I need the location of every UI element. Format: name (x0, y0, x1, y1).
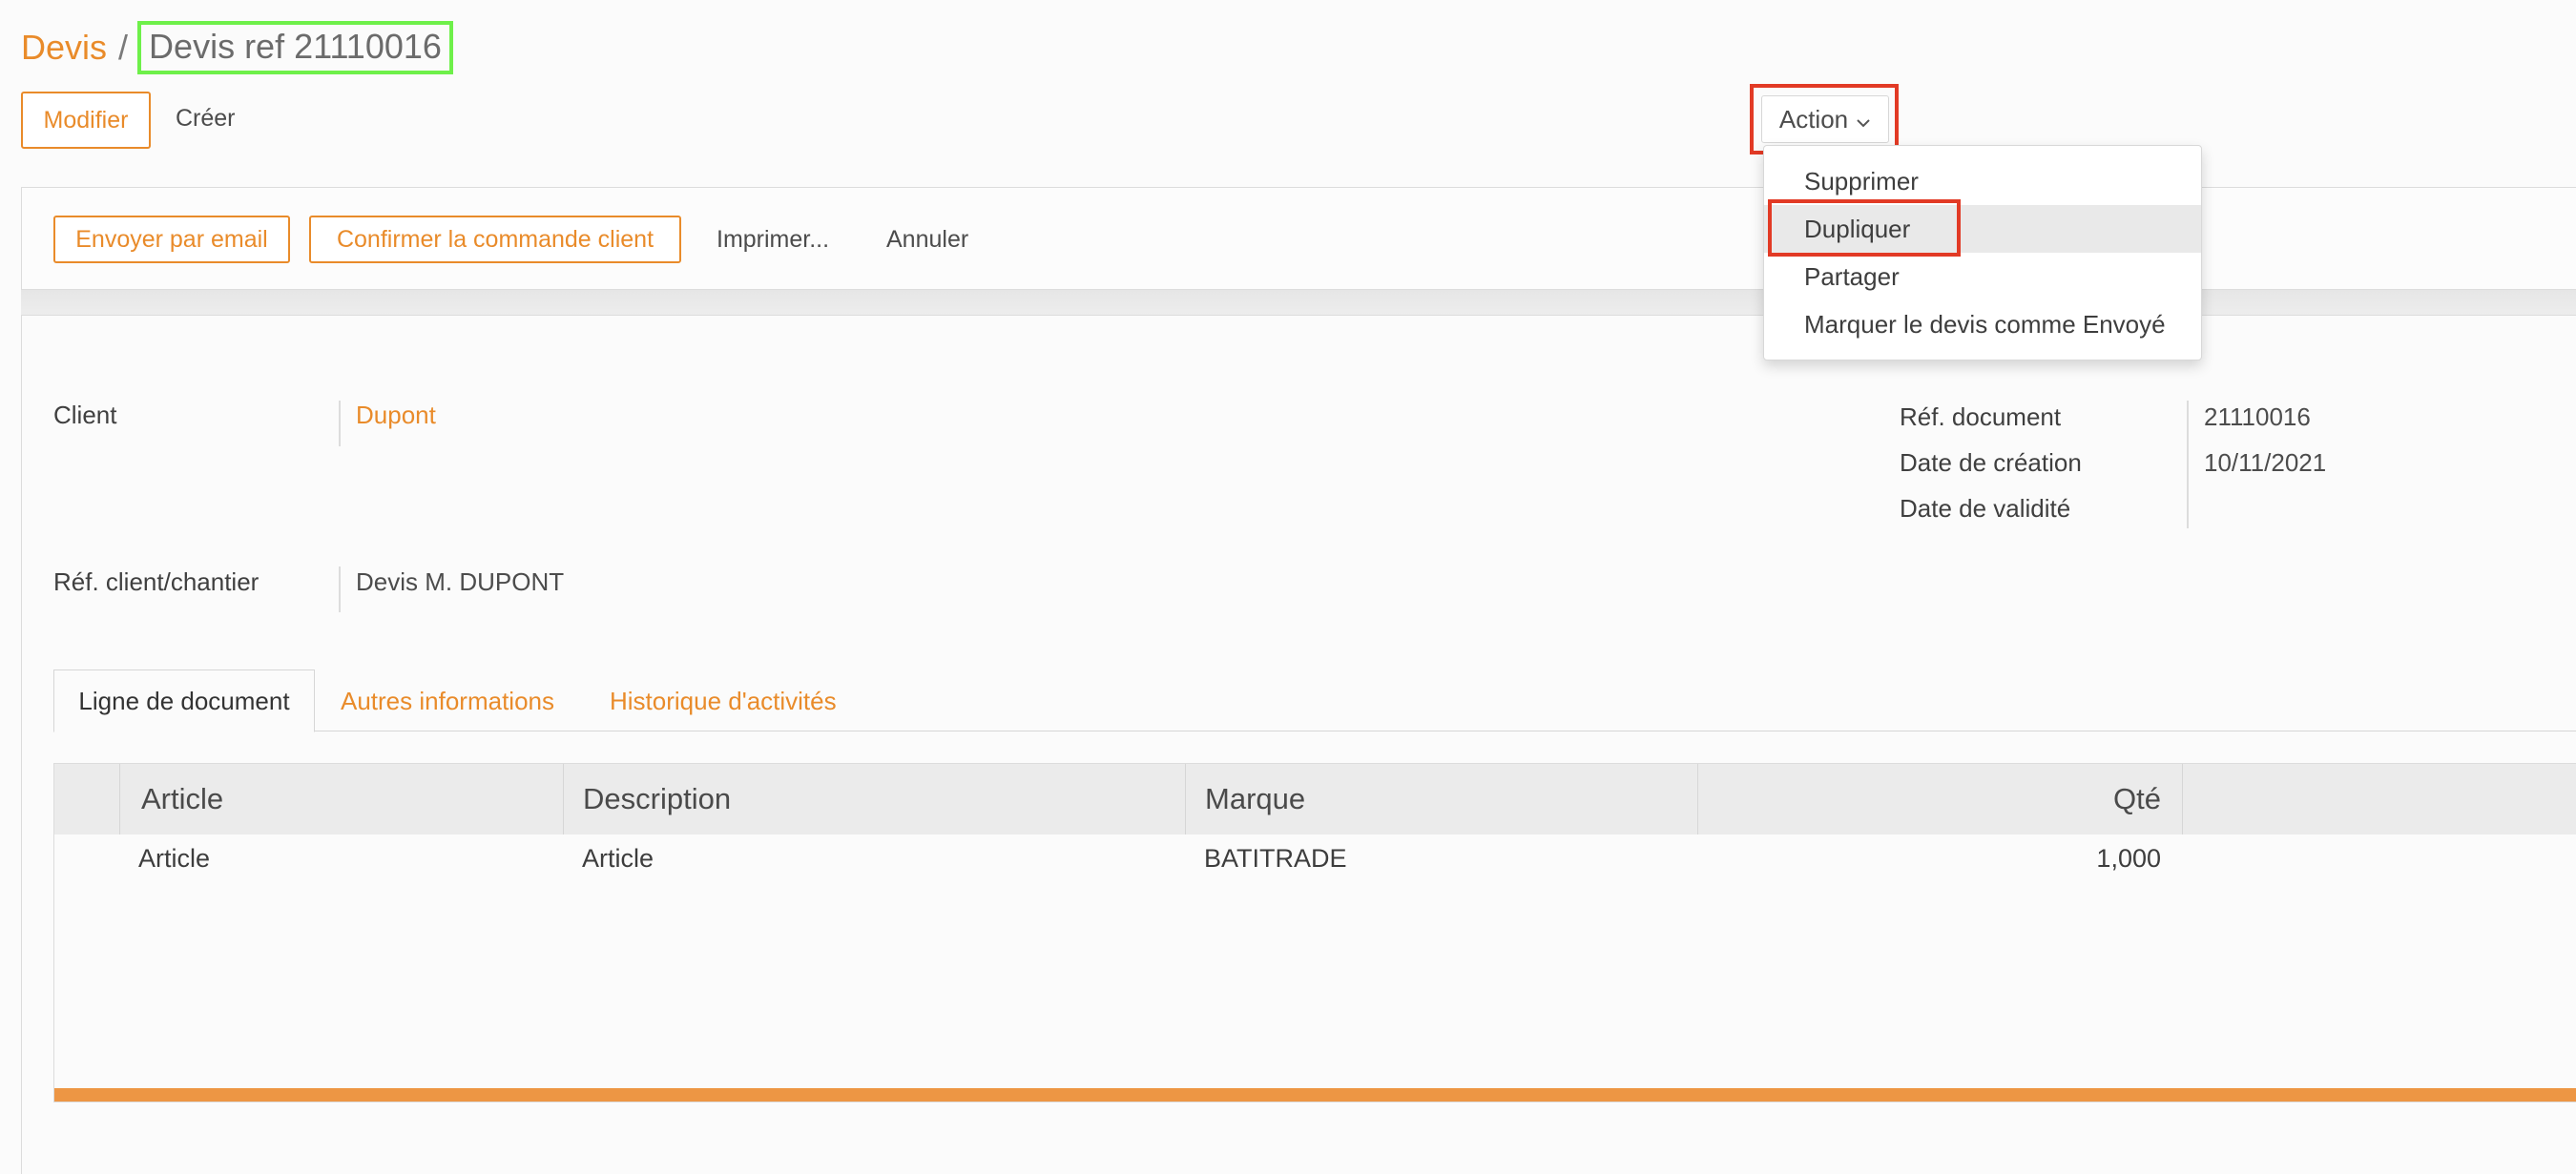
breadcrumb-devis-link[interactable]: Devis (21, 28, 107, 68)
menu-item-mark-sent[interactable]: Marquer le devis comme Envoyé (1764, 300, 2201, 348)
column-header-description[interactable]: Description (563, 764, 1185, 834)
breadcrumb-separator: / (118, 28, 129, 67)
action-button-label: Action (1778, 104, 1849, 134)
confirm-order-button[interactable]: Confirmer la commande client (309, 216, 681, 263)
chevron-down-icon (1856, 105, 1871, 134)
duplicate-highlight (1768, 199, 1961, 257)
cell-article: Article (138, 843, 211, 873)
tab-activity-history[interactable]: Historique d'activités (610, 669, 837, 732)
table-row[interactable]: Article Article BATITRADE 1,000 (54, 834, 2576, 882)
document-lines-table: Article Description Marque Qté Article A… (53, 763, 2576, 1102)
client-link[interactable]: Dupont (356, 401, 436, 430)
page-title: Devis ref 21110016 (137, 21, 453, 74)
creation-date-label: Date de création (1900, 448, 2082, 477)
create-button[interactable]: Créer (176, 93, 236, 143)
client-ref-value: Devis M. DUPONT (356, 567, 565, 596)
edit-button[interactable]: Modifier (21, 92, 151, 149)
field-divider (339, 566, 341, 612)
cancel-button[interactable]: Annuler (886, 216, 968, 263)
column-header-article[interactable]: Article (119, 764, 563, 834)
column-header-qty[interactable]: Qté (1697, 764, 2182, 834)
menu-item-delete[interactable]: Supprimer (1764, 157, 2201, 205)
send-email-button[interactable]: Envoyer par email (53, 216, 290, 263)
column-header-extra (2182, 764, 2576, 834)
cell-marque: BATITRADE (1204, 843, 1347, 873)
tab-document-lines[interactable]: Ligne de document (53, 669, 315, 732)
print-button[interactable]: Imprimer... (717, 216, 829, 263)
tab-other-info[interactable]: Autres informations (341, 669, 554, 732)
table-footer-bar (54, 1088, 2576, 1102)
creation-date-value: 10/11/2021 (2204, 448, 2327, 477)
doc-ref-value: 21110016 (2204, 402, 2311, 431)
cell-description: Article (582, 843, 654, 873)
column-header-marque[interactable]: Marque (1185, 764, 1697, 834)
breadcrumb: Devis / Devis ref 21110016 (21, 21, 453, 74)
field-divider (2187, 401, 2189, 528)
doc-ref-label: Réf. document (1900, 402, 2062, 431)
table-header: Article Description Marque Qté (54, 764, 2576, 834)
cell-qty: 1,000 (2096, 843, 2161, 873)
menu-item-share[interactable]: Partager (1764, 253, 2201, 300)
client-label: Client (53, 401, 117, 429)
row-handle-header (54, 764, 119, 834)
client-ref-label: Réf. client/chantier (53, 567, 260, 596)
field-divider (339, 401, 341, 446)
action-dropdown-menu: Supprimer Dupliquer Partager Marquer le … (1763, 145, 2202, 360)
action-button[interactable]: Action (1761, 95, 1889, 143)
validity-date-label: Date de validité (1900, 494, 2071, 523)
